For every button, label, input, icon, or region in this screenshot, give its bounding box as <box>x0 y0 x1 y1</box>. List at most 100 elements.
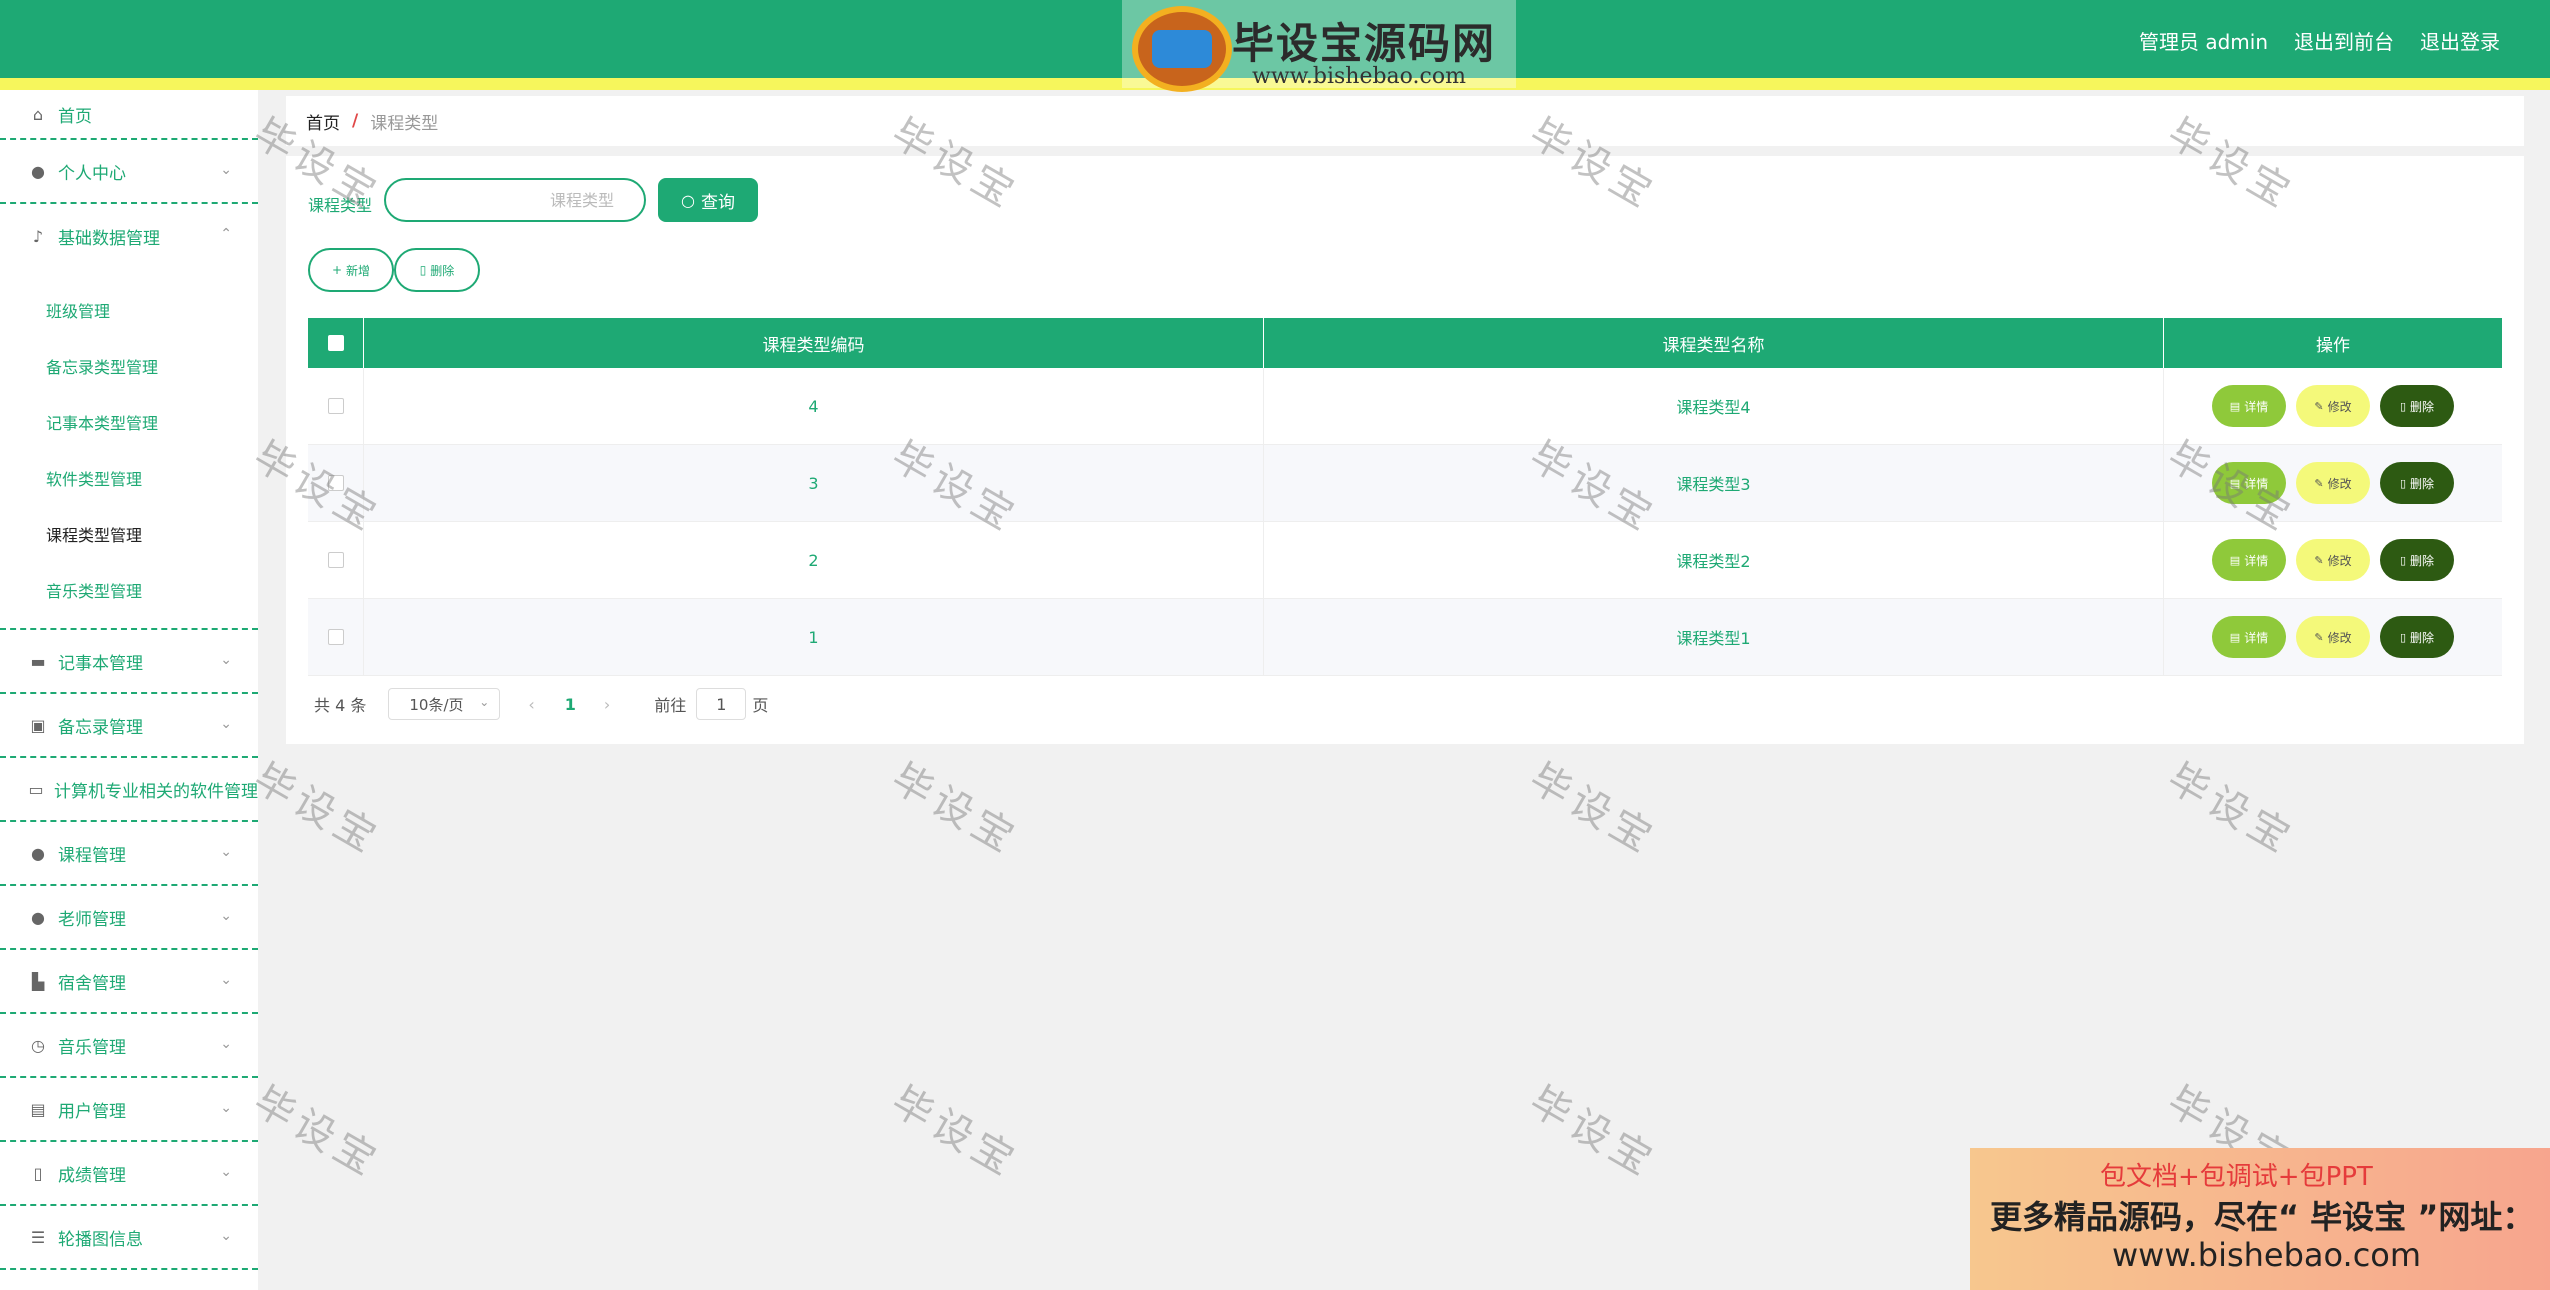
sidebar-item-basic[interactable]: ♪ 基础数据管理 ⌃ <box>0 204 258 268</box>
edit-button[interactable]: ✎ 修改 <box>2296 385 2370 427</box>
sidebar-sub-course-type[interactable]: 课程类型管理 <box>0 506 258 562</box>
sidebar-item-course[interactable]: ● 课程管理 ⌄ <box>0 822 258 886</box>
column-header-name: 课程类型名称 <box>1264 318 2164 368</box>
sidebar-item-memo[interactable]: ▣ 备忘录管理 ⌄ <box>0 694 258 758</box>
phone-icon: ▯ <box>33 1163 43 1183</box>
trash-icon: ▯ <box>2399 553 2407 567</box>
watermark: 毕设宝 <box>883 1078 1027 1187</box>
promo-banner[interactable]: 包文档+包调试+包PPT 更多精品源码，尽在“ 毕设宝 ”网址： www.bis… <box>1970 1148 2550 1290</box>
select-all-checkbox[interactable] <box>327 335 344 351</box>
sidebar-item-notebook[interactable]: ▬ 记事本管理 ⌄ <box>0 630 258 694</box>
prev-page-icon[interactable]: ‹ <box>528 695 534 714</box>
table-row: 2 课程类型2 ▤ 详情 ✎ 修改 ▯ 删除 <box>308 522 2502 599</box>
sidebar-submenu-basic: 班级管理 备忘录类型管理 记事本类型管理 软件类型管理 课程类型管理 音乐类型管… <box>0 268 258 630</box>
goto-page-input[interactable]: 1 <box>696 688 747 720</box>
add-button[interactable]: + 新增 <box>308 248 394 292</box>
next-page-icon[interactable]: › <box>604 695 610 714</box>
sidebar-item-personal[interactable]: ● 个人中心 ⌄ <box>0 140 258 204</box>
pencil-icon: ✎ <box>2314 553 2324 567</box>
breadcrumb-home[interactable]: 首页 <box>306 109 340 134</box>
edit-button[interactable]: ✎ 修改 <box>2296 462 2370 504</box>
row-checkbox[interactable] <box>327 629 344 645</box>
sidebar-sub-class[interactable]: 班级管理 <box>0 282 258 338</box>
cell-code: 2 <box>364 522 1264 598</box>
brand-logo-icon <box>1132 6 1232 92</box>
chevron-down-icon: ⌄ <box>220 972 232 988</box>
sidebar-item-carousel[interactable]: ☰ 轮播图信息 ⌄ <box>0 1206 258 1270</box>
sidebar-sub-software-type[interactable]: 软件类型管理 <box>0 450 258 506</box>
logout-link[interactable]: 退出登录 <box>2420 26 2500 55</box>
main-panel: 课程类型 ○ 查询 + 新增 ▯ 删除 课程类型编码 课程类型名称 操作 4 课… <box>286 156 2524 744</box>
trash-icon: ▯ <box>2399 630 2407 644</box>
sidebar-item-music[interactable]: ◷ 音乐管理 ⌄ <box>0 1014 258 1078</box>
sidebar-item-user[interactable]: ▤ 用户管理 ⌄ <box>0 1078 258 1142</box>
detail-button[interactable]: ▤ 详情 <box>2212 616 2286 658</box>
sidebar-item-home[interactable]: ⌂ 首页 <box>0 90 258 140</box>
pencil-icon: ✎ <box>2314 399 2324 413</box>
cell-code: 4 <box>364 368 1264 444</box>
sidebar-item-teacher[interactable]: ● 老师管理 ⌄ <box>0 886 258 950</box>
goto-unit: 页 <box>752 696 769 715</box>
table-row: 4 课程类型4 ▤ 详情 ✎ 修改 ▯ 删除 <box>308 368 2502 445</box>
sidebar-item-score[interactable]: ▯ 成绩管理 ⌄ <box>0 1142 258 1206</box>
cell-name: 课程类型2 <box>1264 522 2164 598</box>
column-header-code: 课程类型编码 <box>364 318 1264 368</box>
page-size-select[interactable]: 10条/页 ⌄ <box>388 688 501 720</box>
delete-button[interactable]: ▯ 删除 <box>2380 616 2454 658</box>
batch-delete-button[interactable]: ▯ 删除 <box>394 248 480 292</box>
chevron-down-icon: ⌄ <box>220 652 232 668</box>
pagination-total: 共 4 条 <box>314 696 367 715</box>
pencil-icon: ✎ <box>2314 630 2324 644</box>
doc-icon: ▤ <box>2229 399 2241 413</box>
doc-icon: ▤ <box>2229 630 2241 644</box>
chat-icon: ▭ <box>28 779 44 799</box>
search-button[interactable]: ○ 查询 <box>658 178 758 222</box>
sidebar-sub-music-type[interactable]: 音乐类型管理 <box>0 562 258 618</box>
cell-code: 1 <box>364 599 1264 675</box>
exit-to-front-link[interactable]: 退出到前台 <box>2294 26 2394 55</box>
chevron-up-icon: ⌃ <box>220 226 232 242</box>
clipboard-icon: ▤ <box>30 1099 46 1119</box>
delete-button[interactable]: ▯ 删除 <box>2380 385 2454 427</box>
page-number[interactable]: 1 <box>565 695 576 714</box>
watermark: 毕设宝 <box>2159 755 2303 864</box>
chevron-down-icon: ⌄ <box>220 162 232 178</box>
row-checkbox[interactable] <box>327 552 344 568</box>
watermark: 毕设宝 <box>245 1078 389 1187</box>
table-row: 3 课程类型3 ▤ 详情 ✎ 修改 ▯ 删除 <box>308 445 2502 522</box>
watermark: 毕设宝 <box>1521 1078 1665 1187</box>
trash-icon: ▯ <box>2399 399 2407 413</box>
delete-button[interactable]: ▯ 删除 <box>2380 539 2454 581</box>
watermark: 毕设宝 <box>245 755 389 864</box>
chevron-down-icon: ⌄ <box>220 908 232 924</box>
breadcrumb: 首页 / 课程类型 <box>286 96 2524 146</box>
cell-code: 3 <box>364 445 1264 521</box>
delete-button[interactable]: ▯ 删除 <box>2380 462 2454 504</box>
trash-icon: ▯ <box>419 263 427 277</box>
breadcrumb-separator: / <box>352 111 359 131</box>
course-type-table: 课程类型编码 课程类型名称 操作 4 课程类型4 ▤ 详情 ✎ 修改 ▯ 删除 3 课… <box>308 318 2502 676</box>
search-icon: ○ <box>681 190 695 210</box>
user-icon: ● <box>31 161 45 181</box>
edit-button[interactable]: ✎ 修改 <box>2296 616 2370 658</box>
brand-title: 毕设宝源码网 <box>1232 19 1497 68</box>
promo-line-3: www.bishebao.com <box>2112 1236 2422 1274</box>
row-checkbox[interactable] <box>327 475 344 491</box>
detail-button[interactable]: ▤ 详情 <box>2212 539 2286 581</box>
sidebar-sub-notebook-type[interactable]: 记事本类型管理 <box>0 394 258 450</box>
detail-button[interactable]: ▤ 详情 <box>2212 462 2286 504</box>
sidebar-item-software[interactable]: ▭ 计算机专业相关的软件管理 <box>0 758 258 822</box>
edit-button[interactable]: ✎ 修改 <box>2296 539 2370 581</box>
watermark: 毕设宝 <box>883 755 1027 864</box>
search-input[interactable] <box>384 178 646 222</box>
detail-button[interactable]: ▤ 详情 <box>2212 385 2286 427</box>
building-icon: ▙ <box>31 971 45 991</box>
cell-name: 课程类型3 <box>1264 445 2164 521</box>
goto-label: 前往 <box>654 696 687 715</box>
row-checkbox[interactable] <box>327 398 344 414</box>
sidebar-sub-memo-type[interactable]: 备忘录类型管理 <box>0 338 258 394</box>
brand-logo-area: 毕设宝源码网 www.bishebao.com <box>1122 0 1516 92</box>
table-row: 1 课程类型1 ▤ 详情 ✎ 修改 ▯ 删除 <box>308 599 2502 676</box>
sidebar-item-dorm[interactable]: ▙ 宿舍管理 ⌄ <box>0 950 258 1014</box>
user-icon: ● <box>31 907 45 927</box>
